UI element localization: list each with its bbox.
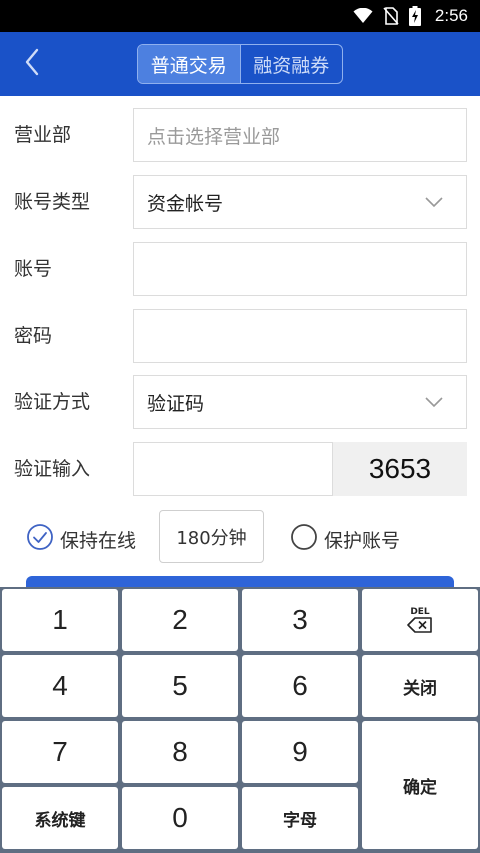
keep-online-toggle[interactable]: 保持在线 [26,523,136,555]
verify-input-label: 验证输入 [14,458,91,480]
online-duration-select[interactable]: 180分钟 [159,510,264,563]
login-options: 保持在线 180分钟 保护账号 [0,509,480,565]
verify-input-row: 验证输入 3653 [0,442,480,496]
verify-method-select[interactable]: 验证码 [133,375,467,429]
chevron-down-icon [424,392,444,417]
account-input[interactable] [133,242,467,296]
battery-charging-icon [408,6,421,26]
password-input[interactable] [133,309,467,363]
key-8[interactable]: 8 [122,721,238,783]
check-circle-icon [26,523,54,555]
branch-label: 营业部 [14,124,72,146]
delete-key[interactable]: DEL [362,589,478,651]
header-bar: 普通交易 融资融券 [0,32,480,96]
account-row: 账号 [0,242,480,296]
close-keypad-button[interactable]: 关闭 [362,655,478,717]
key-9[interactable]: 9 [242,721,358,783]
status-icons: 2:56 [353,0,468,32]
account-type-label: 账号类型 [14,191,91,213]
back-button[interactable] [14,46,50,82]
verify-code-input[interactable] [133,442,333,496]
verify-method-value: 验证码 [147,392,205,415]
key-4[interactable]: 4 [2,655,118,717]
delete-label: DEL [410,606,430,617]
protect-account-toggle[interactable]: 保护账号 [290,523,400,555]
letters-keyboard-button[interactable]: 字母 [242,787,358,849]
numeric-keypad: 1 2 3 DEL 4 5 6 关闭 7 8 9 确定 系统键 0 字母 [0,587,480,853]
key-1[interactable]: 1 [2,589,118,651]
key-5[interactable]: 5 [122,655,238,717]
key-2[interactable]: 2 [122,589,238,651]
chevron-left-icon [24,48,40,80]
key-7[interactable]: 7 [2,721,118,783]
account-type-value: 资金帐号 [147,192,224,215]
key-3[interactable]: 3 [242,589,358,651]
account-label: 账号 [14,258,53,280]
delete-icon: DEL [407,606,433,633]
key-6[interactable]: 6 [242,655,358,717]
keep-online-label: 保持在线 [60,529,137,552]
tab-normal-trade[interactable]: 普通交易 [138,45,241,83]
chevron-down-icon [424,192,444,217]
password-label: 密码 [14,325,53,347]
system-keyboard-button[interactable]: 系统键 [2,787,118,849]
verify-method-row: 验证方式 验证码 [0,375,480,429]
status-bar: 2:56 [0,0,480,32]
wifi-icon [353,8,373,24]
status-time: 2:56 [434,6,468,25]
branch-select[interactable]: 点击选择营业部 [133,108,467,162]
radio-empty-icon [290,523,318,555]
trade-type-tabs: 普通交易 融资融券 [137,44,343,84]
tab-margin-trade[interactable]: 融资融券 [241,45,343,83]
account-type-row: 账号类型 资金帐号 [0,175,480,229]
verify-method-label: 验证方式 [14,391,91,413]
branch-row: 营业部 点击选择营业部 [0,108,480,162]
password-row: 密码 [0,309,480,363]
captcha-image[interactable]: 3653 [333,442,467,496]
no-sim-icon [383,7,399,25]
account-type-select[interactable]: 资金帐号 [133,175,467,229]
confirm-button[interactable]: 确定 [362,721,478,849]
protect-account-label: 保护账号 [324,529,401,552]
key-0[interactable]: 0 [122,787,238,849]
